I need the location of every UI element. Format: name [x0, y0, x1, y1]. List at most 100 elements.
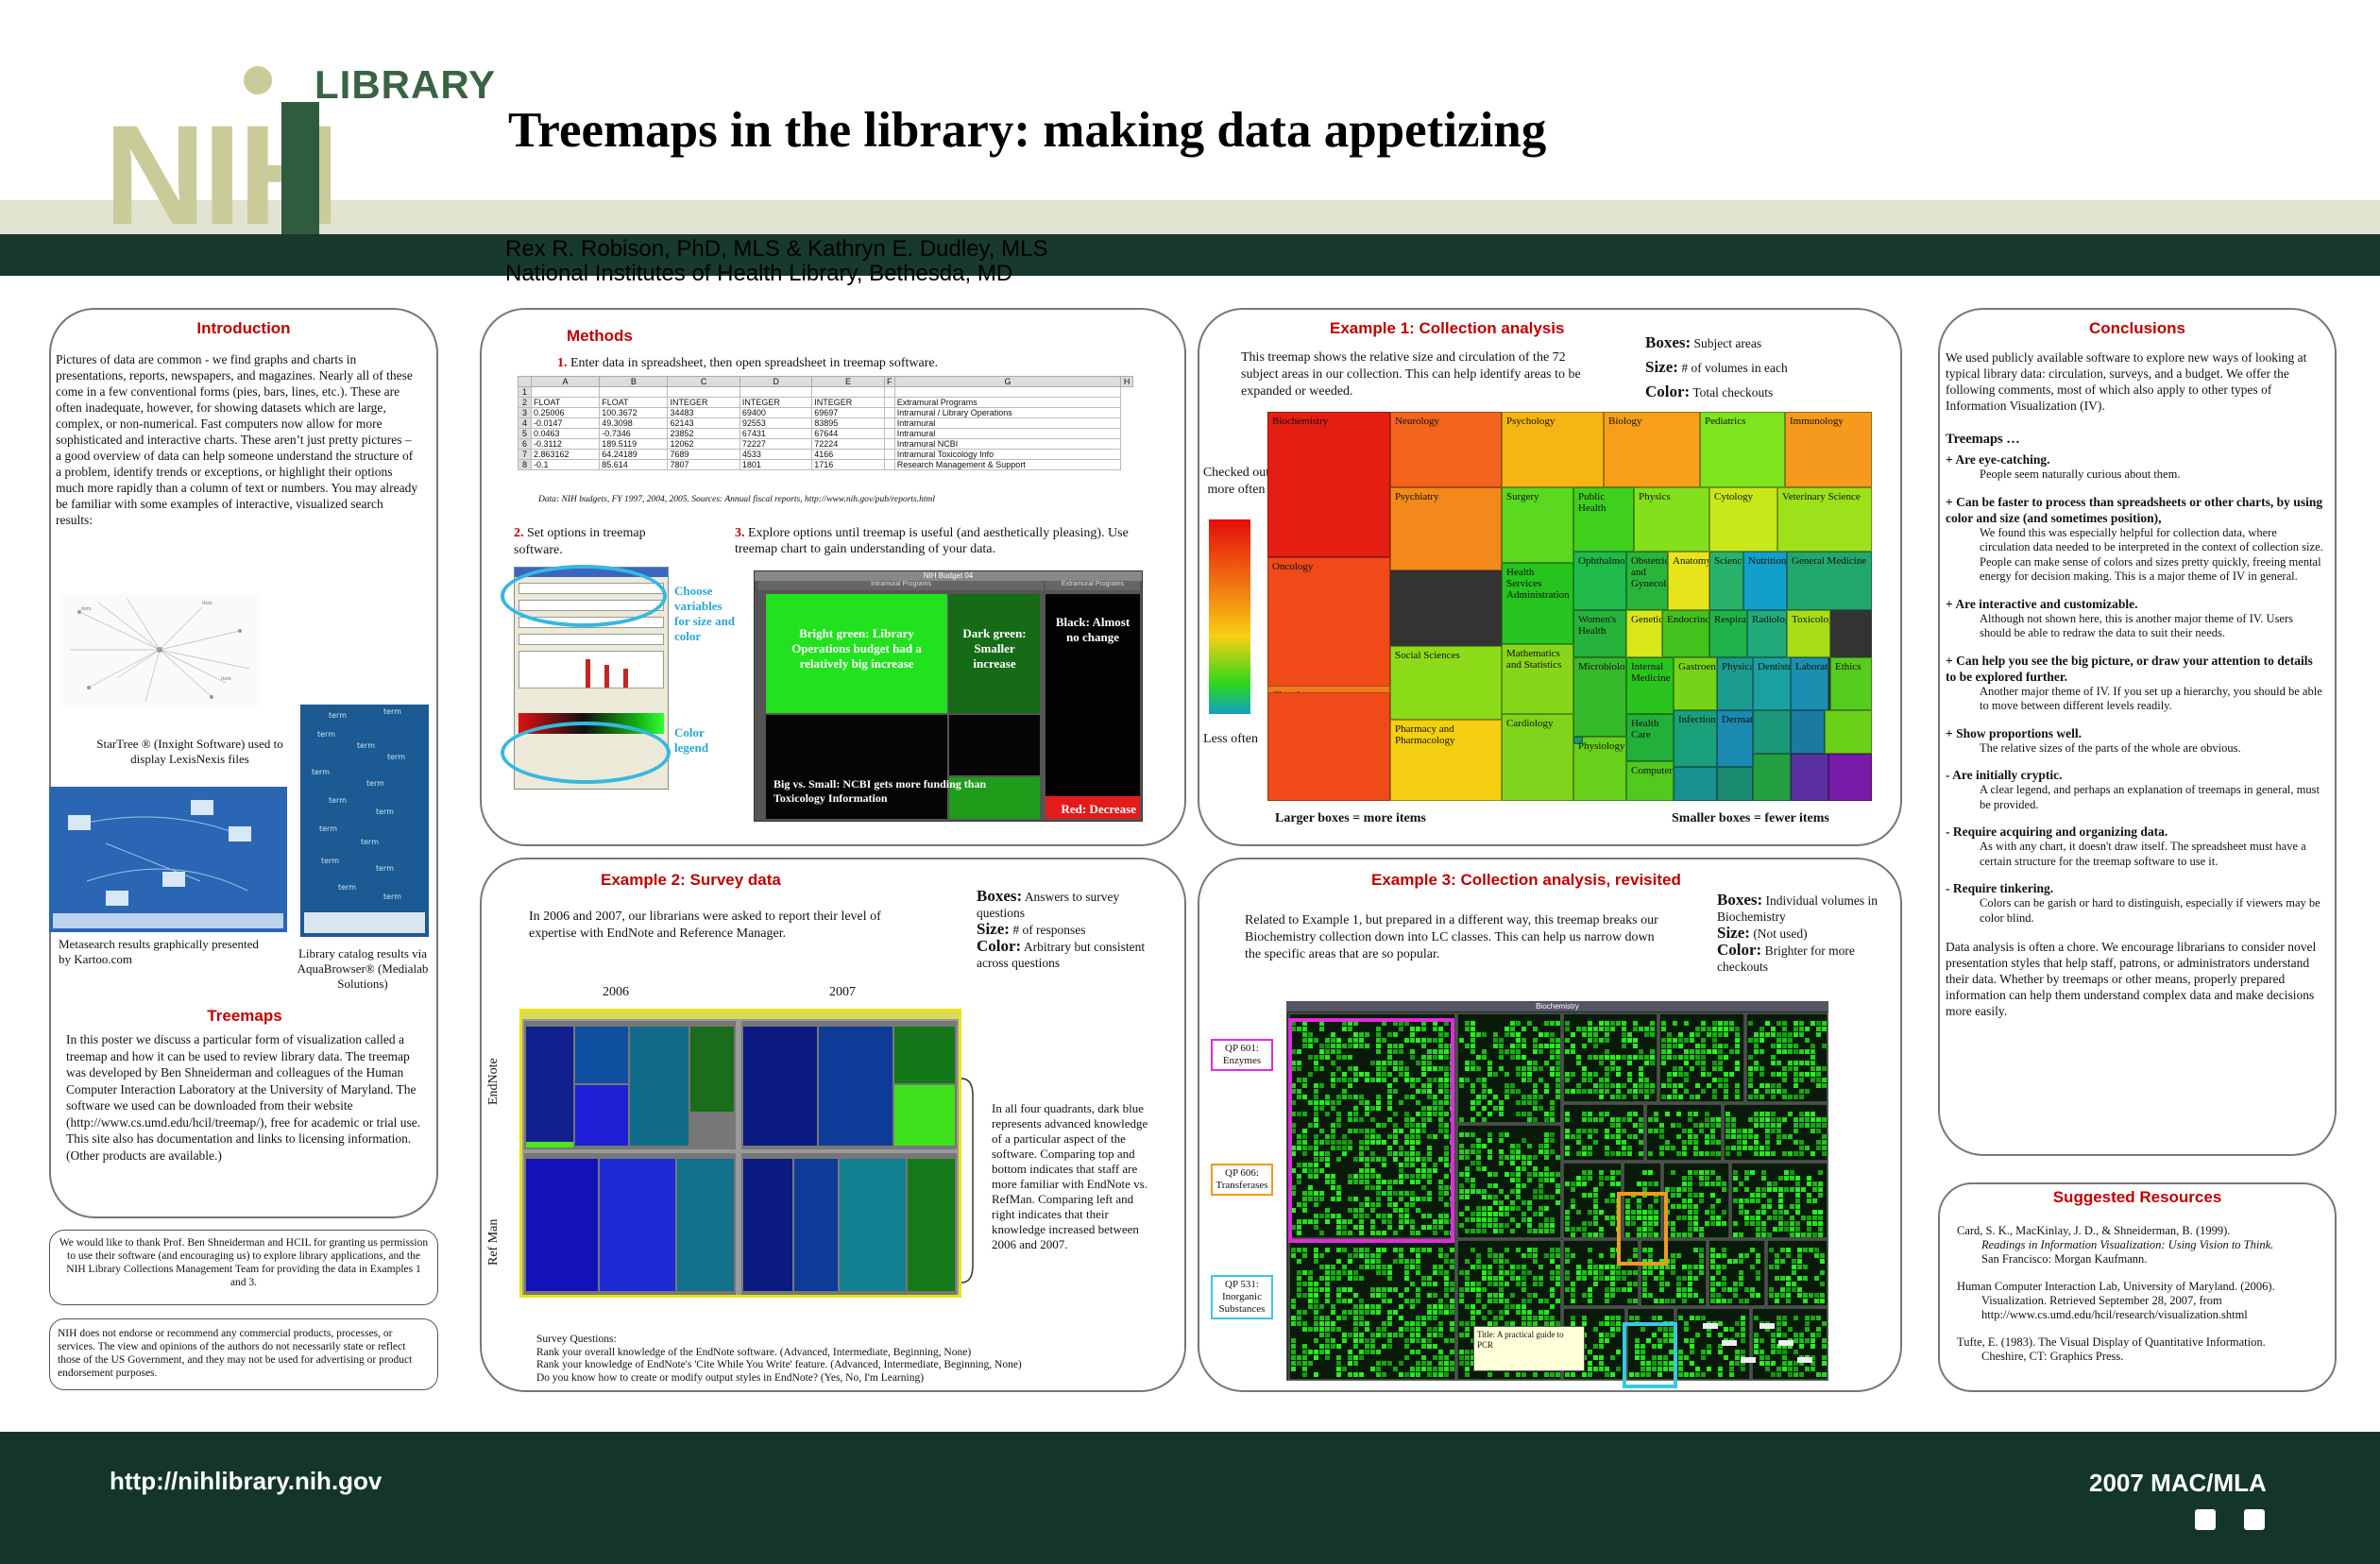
- volume-cell: [1605, 1198, 1609, 1203]
- volume-cell: [1544, 1149, 1549, 1154]
- dialog-field[interactable]: [518, 634, 664, 645]
- volume-cell: [1510, 1189, 1515, 1194]
- volume-cell: [1676, 1204, 1681, 1209]
- volume-cell: [1712, 1038, 1717, 1043]
- svg-text:term: term: [361, 838, 379, 846]
- treemap-cell: Health Services Administration: [1502, 563, 1573, 644]
- volume-cell: [1404, 1265, 1409, 1269]
- volume-cell: [1516, 1248, 1521, 1252]
- volume-cell: [1682, 1299, 1687, 1303]
- volume-cell: [1678, 1367, 1683, 1371]
- volume-cell: [1527, 1206, 1532, 1211]
- volume-cell: [1710, 1170, 1715, 1175]
- volume-cell: [1682, 1151, 1687, 1156]
- volume-cell: [1493, 1072, 1498, 1077]
- volume-cell: [1308, 1287, 1313, 1292]
- volume-cell: [1805, 1327, 1810, 1332]
- volume-cell: [1376, 1265, 1381, 1269]
- volume-cell: [1627, 1151, 1632, 1156]
- volume-cell: [1616, 1270, 1621, 1275]
- volume-cell: [1444, 1310, 1449, 1315]
- volume-cell: [1582, 1032, 1587, 1037]
- volume-cell: [1599, 1176, 1604, 1181]
- volume-cell: [1504, 1248, 1509, 1252]
- volume-cell: [1671, 1270, 1675, 1275]
- volume-cell: [1348, 1299, 1352, 1303]
- volume-cell: [1707, 1333, 1711, 1337]
- ex2-row1: EndNote: [486, 1058, 501, 1105]
- volume-cell: [1576, 1151, 1581, 1156]
- volume-cell: [1633, 1134, 1638, 1139]
- volume-cell: [1488, 1138, 1492, 1143]
- volume-cell: [1582, 1221, 1587, 1226]
- volume-cell: [1470, 1117, 1475, 1122]
- volume-cell: [1739, 1204, 1743, 1209]
- volume-cell: [1807, 1176, 1811, 1181]
- volume-cell: [1370, 1333, 1375, 1337]
- volume-cell: [1799, 1140, 1804, 1145]
- volume-cell: [1786, 1253, 1791, 1258]
- volume-cell: [1733, 1187, 1738, 1192]
- sheet-col-header: G: [893, 376, 1122, 387]
- volume-cell: [1465, 1327, 1470, 1332]
- ex2-boxes-label: Boxes:: [977, 887, 1023, 905]
- volume-cell: [1499, 1259, 1504, 1264]
- survey-header: [522, 1012, 959, 1019]
- volume-cell: [1731, 1134, 1736, 1139]
- volume-cell: [1588, 1112, 1592, 1116]
- volume-cell: [1533, 1166, 1538, 1171]
- volume-cell: [1671, 1232, 1675, 1237]
- volume-cell: [1325, 1248, 1330, 1252]
- conclusion-item: + Show proportions well. The relative siz…: [1946, 725, 2323, 756]
- volume-cell: [1325, 1270, 1330, 1275]
- volume-cell: [1421, 1338, 1426, 1343]
- volume-cell: [1701, 1350, 1706, 1354]
- treemap-cell: [1753, 754, 1791, 801]
- volume-cell: [1801, 1187, 1806, 1192]
- volume-cell: [1527, 1178, 1532, 1182]
- volume-cell: [1533, 1083, 1538, 1088]
- choose-ellipse: [501, 565, 667, 627]
- volume-cell: [1761, 1227, 1766, 1232]
- volume-cell: [1510, 1044, 1515, 1048]
- volume-cell: [1359, 1372, 1364, 1377]
- volume-cell: [1399, 1259, 1403, 1264]
- volume-cell: [1616, 1182, 1621, 1186]
- volume-cell: [1393, 1333, 1398, 1337]
- volume-cell: [1676, 1232, 1681, 1237]
- volume-cell: [1809, 1248, 1813, 1252]
- volume-cell: [1470, 1066, 1475, 1071]
- footer-url[interactable]: http://nihlibrary.nih.gov: [110, 1467, 382, 1496]
- volume-cell: [1792, 1259, 1796, 1264]
- volume-cell: [1325, 1299, 1330, 1303]
- r2c[interactable]: http://www.cs.umd.edu/hcil/research/visu…: [1957, 1308, 2325, 1322]
- volume-cell: [1610, 1123, 1615, 1128]
- volume-cell: [1805, 1123, 1810, 1128]
- volume-cell: [1510, 1021, 1515, 1026]
- volume-cell: [1550, 1276, 1555, 1281]
- volume-cell: [1476, 1223, 1481, 1228]
- volume-cell: [1616, 1316, 1621, 1320]
- volume-cell: [1571, 1227, 1575, 1232]
- volume-cell: [1565, 1089, 1570, 1094]
- volume-cell: [1644, 1078, 1649, 1082]
- volume-cell: [1741, 1357, 1756, 1363]
- volume-cell: [1544, 1229, 1549, 1233]
- volume-cell: [1627, 1072, 1632, 1077]
- volume-cell: [1470, 1061, 1475, 1065]
- volume-cell: [1605, 1146, 1609, 1150]
- volume-cell: [1538, 1229, 1543, 1233]
- volume-cell: [1336, 1316, 1341, 1320]
- volume-cell: [1588, 1293, 1592, 1298]
- volume-cell: [1576, 1083, 1581, 1088]
- volume-cell: [1794, 1078, 1798, 1082]
- volume-cell: [1476, 1293, 1481, 1298]
- volume-cell: [1769, 1293, 1774, 1298]
- volume-cell: [1622, 1038, 1626, 1043]
- volume-cell: [1482, 1304, 1487, 1309]
- qp531-label: QP 531: Inorganic Substances: [1211, 1275, 1273, 1319]
- volume-cell: [1576, 1210, 1581, 1215]
- volume-cell: [1771, 1055, 1776, 1060]
- volume-cell: [1522, 1095, 1526, 1099]
- sheet-cell: INTEGER: [667, 397, 740, 408]
